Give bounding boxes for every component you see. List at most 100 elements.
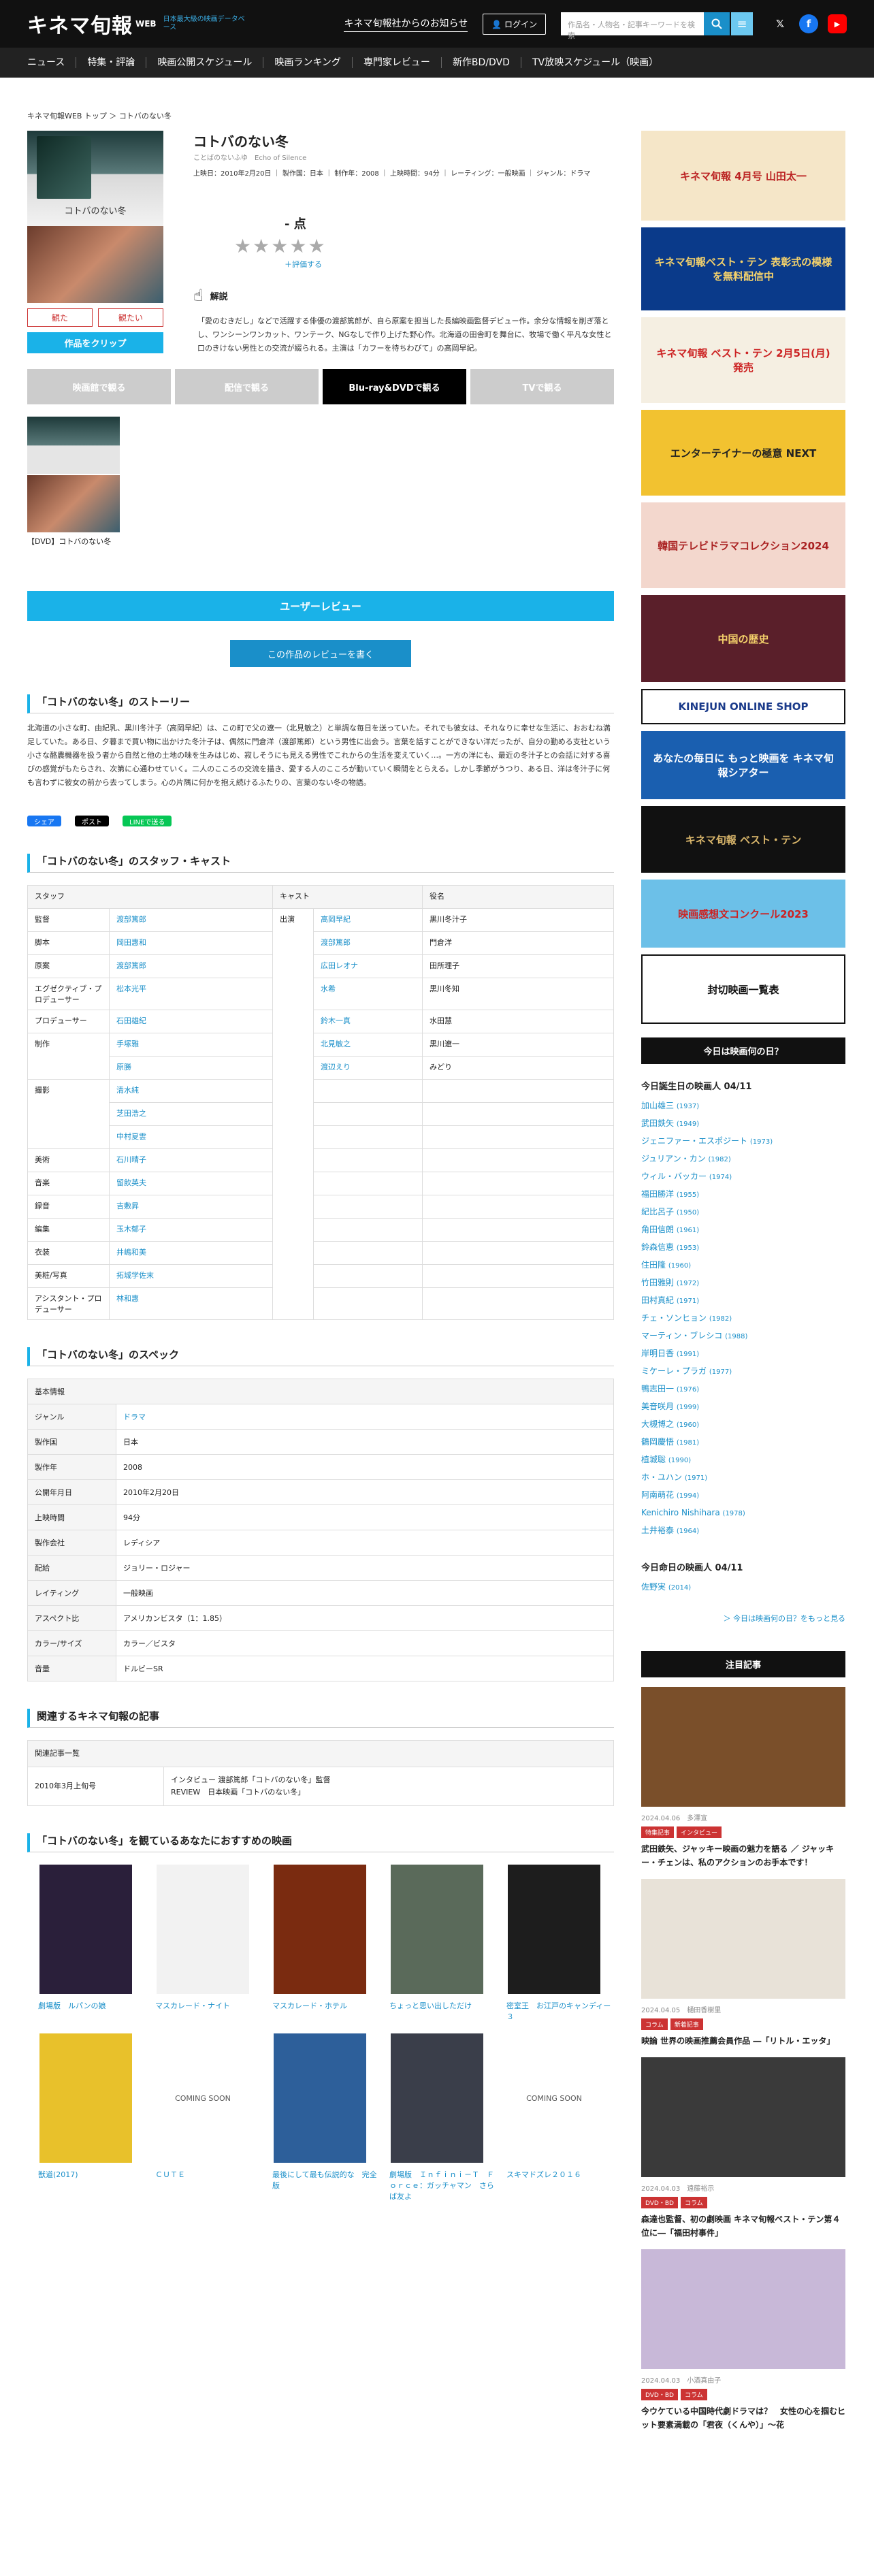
news-link[interactable]: キネマ旬報社からのお知らせ: [344, 16, 468, 32]
rec-title[interactable]: マスカレード・ナイト: [144, 2001, 261, 2012]
rec-item[interactable]: 獣道(2017): [27, 2033, 144, 2202]
article-line[interactable]: インタビュー 渡部篤郎「コトバのない冬」監督: [171, 1774, 606, 1786]
news-tag[interactable]: コラム: [680, 2197, 707, 2208]
sidebar-banner[interactable]: キネマ旬報 ベスト・テン 2月5日(月)発売: [641, 317, 845, 403]
person-link[interactable]: 角田信朗 (1961): [641, 1221, 845, 1239]
person-link[interactable]: ジュリアン・カン (1982): [641, 1150, 845, 1168]
rec-item[interactable]: マスカレード・ナイト: [144, 1865, 261, 2023]
breadcrumb[interactable]: キネマ旬報WEB トップ ＞ コトバのない冬: [27, 110, 172, 121]
sidebar-banner[interactable]: KINEJUN ONLINE SHOP: [641, 689, 845, 724]
tab-theater[interactable]: 映画館で観る: [27, 369, 171, 404]
person-link[interactable]: 鈴森信恵 (1953): [641, 1239, 845, 1257]
news-item[interactable]: 2024.04.03 小酒真由子 DVD・BD コラム 今ウケている中国時代劇ドラマは…: [641, 2249, 845, 2432]
rec-poster[interactable]: [39, 2033, 132, 2163]
tab-bluray-dvd[interactable]: Blu-ray&DVDで観る: [323, 369, 466, 404]
rec-poster[interactable]: [157, 1865, 249, 1994]
rec-title[interactable]: 劇場版 ルパンの娘: [27, 2001, 144, 2012]
person-link[interactable]: 住田隆 (1960): [641, 1257, 845, 1274]
person-link[interactable]: ホ・ユハン (1971): [641, 1469, 845, 1487]
nav-item-ranking[interactable]: 映画ランキング: [263, 57, 353, 68]
staff-name[interactable]: 中村夏雲: [109, 1125, 273, 1149]
nav-item-reviews[interactable]: 専門家レビュー: [353, 57, 442, 68]
clip-button[interactable]: 作品をクリップ: [27, 332, 163, 353]
person-link[interactable]: 加山雄三 (1937): [641, 1097, 845, 1115]
rec-poster[interactable]: [508, 1865, 600, 1994]
more-link[interactable]: ＞ 今日は映画何の日？をもっと見る: [641, 1613, 846, 1624]
staff-name[interactable]: 芝田浩之: [109, 1102, 273, 1126]
news-title[interactable]: 森達也監督、初の劇映画 キネマ旬報ベスト・テン第４位に―「福田村事件」: [641, 2212, 845, 2240]
news-tag[interactable]: DVD・BD: [641, 2197, 678, 2208]
rec-item[interactable]: 最後にして最も伝説的な 完全版: [261, 2033, 378, 2202]
person-link[interactable]: 植城聡 (1990): [641, 1451, 845, 1469]
news-image[interactable]: [641, 2057, 845, 2177]
cast-name[interactable]: 鈴木一真: [313, 1010, 423, 1033]
news-title[interactable]: 映論 世界の映画推薦会員作品 ―「リトル・エッタ」: [641, 2034, 845, 2048]
staff-name[interactable]: 渡部篤郎: [109, 954, 273, 978]
staff-name[interactable]: 手塚雅: [109, 1033, 273, 1057]
staff-name[interactable]: 渡部篤郎: [109, 908, 273, 932]
seen-button[interactable]: 観た: [27, 308, 93, 327]
news-item[interactable]: 2024.04.06 多澤宣 特集記事 インタビュー 武田鉄矢、ジャッキー映画の魅力を…: [641, 1687, 845, 1869]
site-logo[interactable]: キネマ旬報: [27, 9, 133, 39]
menu-icon[interactable]: ≡: [731, 12, 753, 35]
want-button[interactable]: 観たい: [98, 308, 163, 327]
tab-tv[interactable]: TVで観る: [470, 369, 614, 404]
rec-item[interactable]: COMING SOON スキマドズレ２０１６: [496, 2033, 613, 2202]
rec-title[interactable]: 最後にして最も伝説的な 完全版: [261, 2170, 378, 2191]
cast-name[interactable]: 渡辺えり: [313, 1056, 423, 1080]
search-button[interactable]: [704, 12, 730, 35]
person-link[interactable]: 岸明日香 (1991): [641, 1345, 845, 1363]
cast-name[interactable]: 水希: [313, 978, 423, 1010]
staff-name[interactable]: 井嶋和美: [109, 1241, 273, 1265]
facebook-icon[interactable]: f: [799, 14, 818, 33]
news-item[interactable]: 2024.04.03 遠藤裕示 DVD・BD コラム 森達也監督、初の劇映画 キネマ旬…: [641, 2057, 845, 2240]
nav-item-schedule[interactable]: 映画公開スケジュール: [146, 57, 264, 68]
rec-poster[interactable]: [391, 1865, 483, 1994]
news-image[interactable]: [641, 1879, 845, 1999]
person-link[interactable]: チェ・ソンヒョン (1982): [641, 1310, 845, 1327]
person-link[interactable]: 紀比呂子 (1950): [641, 1204, 845, 1221]
search-input[interactable]: 作品名・人物名・記事キーワードを検索: [561, 12, 704, 40]
news-tag[interactable]: 新着記事: [670, 2018, 703, 2030]
news-image[interactable]: [641, 2249, 845, 2369]
staff-name[interactable]: 原勝: [109, 1056, 273, 1080]
rec-item[interactable]: ちょっと思い出しただけ: [378, 1865, 496, 2023]
rec-item[interactable]: 密室王 お江戸のキャンディー３: [496, 1865, 613, 2023]
staff-name[interactable]: 石田雄紀: [109, 1010, 273, 1033]
rec-title[interactable]: 獣道(2017): [27, 2170, 144, 2180]
cast-name[interactable]: 渡部篤郎: [313, 931, 423, 955]
rec-poster[interactable]: [39, 1865, 132, 1994]
write-review-button[interactable]: この作品のレビューを書く: [230, 640, 411, 667]
rate-link[interactable]: ＋評価する: [285, 259, 614, 270]
dvd-item[interactable]: 【DVD】コトバのない冬: [27, 417, 129, 547]
news-title[interactable]: 今ウケている中国時代劇ドラマは？ 女性の心を掴むヒット要素満載の「君夜（くんや）…: [641, 2404, 845, 2432]
person-link[interactable]: 武田鉄矢 (1949): [641, 1115, 845, 1133]
cast-name[interactable]: 北見敏之: [313, 1033, 423, 1057]
sidebar-banner[interactable]: あなたの毎日に もっと映画を キネマ旬報シアター: [641, 731, 845, 799]
person-link[interactable]: 土井裕泰 (1964): [641, 1522, 845, 1540]
person-link[interactable]: ミケーレ・プラガ (1977): [641, 1363, 845, 1381]
person-link[interactable]: ウィル・バッカー (1974): [641, 1168, 845, 1186]
staff-name[interactable]: 吉敷昇: [109, 1195, 273, 1219]
staff-name[interactable]: 松本光平: [109, 978, 273, 1010]
rec-title[interactable]: 密室王 お江戸のキャンディー３: [496, 2001, 613, 2023]
sidebar-banner[interactable]: キネマ旬報ベスト・テン 表彰式の模様を無料配信中: [641, 227, 845, 310]
nav-item-news[interactable]: ニュース: [27, 57, 77, 68]
staff-name[interactable]: 玉木郁子: [109, 1218, 273, 1242]
youtube-icon[interactable]: ▶: [828, 14, 847, 33]
cast-name[interactable]: 高岡早紀: [313, 908, 423, 932]
news-tag[interactable]: コラム: [680, 2389, 707, 2400]
person-link[interactable]: 福田勝洋 (1955): [641, 1186, 845, 1204]
rec-item[interactable]: マスカレード・ホテル: [261, 1865, 378, 2023]
sidebar-banner[interactable]: 中国の歴史: [641, 595, 845, 682]
rec-poster[interactable]: [274, 1865, 366, 1994]
person-link[interactable]: ジェニファー・エスポジート (1973): [641, 1133, 845, 1150]
news-tag[interactable]: DVD・BD: [641, 2389, 678, 2400]
rec-title[interactable]: スキマドズレ２０１６: [496, 2170, 613, 2180]
rec-item[interactable]: COMING SOON ＣＵＴＥ: [144, 2033, 261, 2202]
rec-poster[interactable]: [274, 2033, 366, 2163]
news-item[interactable]: 2024.04.05 樋田香樹里 コラム 新着記事 映論 世界の映画推薦会員作品 ―「…: [641, 1879, 845, 2048]
article-row[interactable]: 2010年3月上旬号 インタビュー 渡部篤郎「コトバのない冬」監督 REVIEW …: [27, 1767, 614, 1806]
staff-name[interactable]: 拓城学佐末: [109, 1264, 273, 1288]
sidebar-banner[interactable]: キネマ旬報 ベスト・テン: [641, 806, 845, 873]
